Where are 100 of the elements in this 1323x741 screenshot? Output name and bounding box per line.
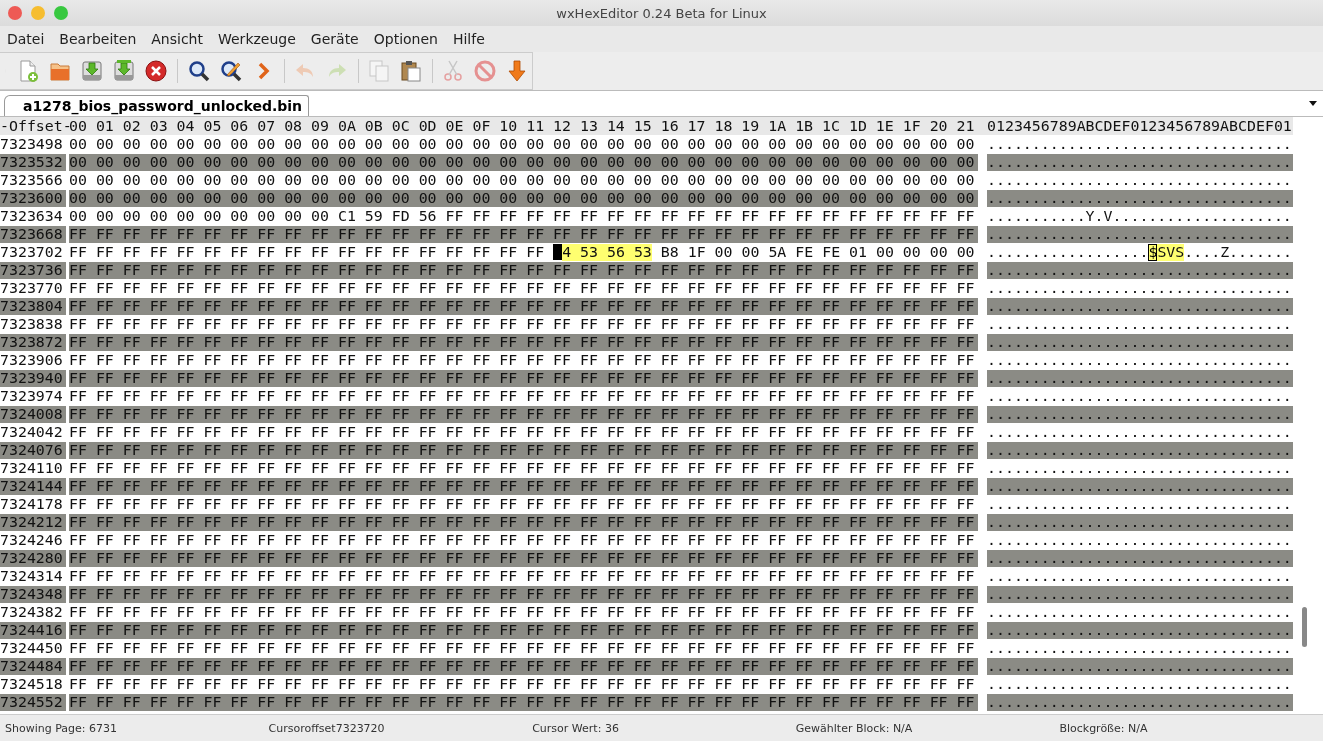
byte-text: FF FF FF FF FF FF FF FF FF FF FF FF FF FF FF FF FF FF FF FF FF FF FF FF FF FF FF FF FF FF FF FF FF FF (69, 351, 975, 369)
byte-text: FF FF FF FF FF FF FF FF FF FF FF FF FF FF FF FF FF FF FF FF FF FF FF FF FF FF FF FF FF FF FF FF FF FF (69, 333, 975, 351)
scissors-icon (441, 59, 465, 83)
byte-text: FF FF FF FF FF FF FF FF FF FF FF FF FF FF FF FF FF FF FF FF FF FF FF FF FF FF FF FF FF FF FF FF FF FF (69, 405, 975, 423)
menu-item[interactable]: Ansicht (151, 31, 211, 47)
byte-text: FF FF FF FF FF FF FF FF FF FF FF FF FF FF FF FF FF FF (69, 243, 545, 261)
byte-text: FF FF FF FF FF FF FF FF FF FF FF FF FF FF FF FF FF FF FF FF FF FF FF FF FF FF FF FF FF FF FF FF FF FF (69, 657, 975, 675)
clipboard-icon (398, 59, 423, 83)
status-text: Cursoroffset7323720 (268, 721, 386, 735)
byte-text: .................................. (987, 639, 1292, 657)
byte-text: FF FF FF FF FF FF FF FF FF FF FF FF FF FF FF FF FF FF FF FF FF FF FF FF FF FF FF FF FF FF FF FF FF FF (69, 441, 975, 459)
offset-cell-text: 7324382 (0, 603, 64, 621)
offset-cell-text: 7324110 (0, 459, 64, 477)
byte-text: FF FF FF FF FF FF FF FF FF FF FF FF FF FF FF FF FF FF FF FF FF FF FF FF FF FF FF FF FF FF FF FF FF FF (69, 387, 975, 405)
offset-cell-text: 7324042 (0, 423, 64, 441)
offset-cell-text: 7324518 (0, 675, 64, 693)
byte-text: .................................. (987, 585, 1292, 603)
search-icon (186, 59, 211, 83)
maximize-window-button[interactable] (54, 6, 68, 20)
byte-text: .................................. (987, 405, 1292, 423)
byte-text: .................................. (987, 297, 1292, 315)
menu-item[interactable]: Hilfe (452, 31, 493, 47)
byte-text: FF FF FF FF FF FF FF FF FF FF FF FF FF FF FF FF FF FF FF FF FF FF FF FF FF FF FF FF FF FF FF FF FF FF (69, 639, 975, 657)
byte-text: .................................. (987, 225, 1292, 243)
offset-cell: 7323532 (0, 153, 66, 171)
offset-cell-text: 7324178 (0, 495, 64, 513)
offset-cell: 7323940 (0, 369, 66, 387)
menu-item[interactable]: Geräte (310, 31, 367, 47)
byte-text: FF FF FF FF FF FF FF FF FF FF FF FF FF FF FF FF FF FF FF FF FF FF FF FF FF FF FF FF FF FF FF FF FF FF (69, 675, 975, 693)
offset-cell-text: 7323906 (0, 351, 64, 369)
offset-cell-text: 7323566 (0, 171, 64, 189)
byte-text: .................................. (987, 351, 1292, 369)
byte-text: FF FF FF FF FF FF FF FF FF FF FF FF FF FF FF FF FF FF FF FF FF FF FF FF FF FF FF FF FF FF FF FF FF FF (69, 261, 975, 279)
offset-cell: 7324484 (0, 657, 66, 675)
byte-text: .................................. (987, 315, 1292, 333)
offset-cell: 7323804 (0, 297, 66, 315)
byte-text: FF FF FF FF FF FF FF FF FF FF FF FF FF FF FF FF FF FF FF FF FF FF FF FF FF FF FF FF FF FF FF FF FF FF (69, 693, 975, 711)
offset-cell: 7324076 (0, 441, 66, 459)
offset-cell-text: 7323634 (0, 207, 64, 225)
offset-cell: 7323668 (0, 225, 66, 243)
minimize-window-button[interactable] (31, 6, 45, 20)
disk-download-icon (112, 59, 137, 83)
offset-cell-text: 7324246 (0, 531, 64, 549)
byte-text: FF FF FF FF FF FF FF FF FF FF FF FF FF FF FF FF FF FF FF FF FF FF FF FF FF FF FF FF FF FF FF FF FF FF (69, 495, 975, 513)
byte-text: .................................. (987, 513, 1292, 531)
file-tab[interactable]: a1278_bios_password_unlocked.bin (4, 95, 309, 116)
offset-cell: 7324552 (0, 693, 66, 711)
copy-icon (366, 59, 391, 83)
byte-text: .................................. (987, 189, 1292, 207)
scrollbar-thumb[interactable] (1302, 607, 1307, 647)
offset-cell-text: 7323838 (0, 315, 64, 333)
offset-cell: 7323872 (0, 333, 66, 351)
magnifier-pencil-icon (218, 59, 243, 83)
byte-text: .................................. (987, 369, 1292, 387)
byte-text: .................................. (987, 387, 1292, 405)
no-entry-icon (473, 59, 497, 83)
byte-text: FF FF FF FF FF FF FF FF FF FF FF FF FF FF FF FF FF FF FF FF FF FF FF FF FF FF FF FF FF FF FF FF FF FF (69, 279, 975, 297)
disk-download-icon (80, 59, 105, 83)
byte-text: .................................. (987, 171, 1292, 189)
offset-cell-text: 7323702 (0, 243, 64, 261)
offset-header: -Offset- (0, 117, 69, 135)
offset-cell: 7324212 (0, 513, 66, 531)
byte-text: B8 1F 00 00 5A FE FE 01 00 00 00 00 (660, 243, 975, 261)
byte-text: .................................. (987, 495, 1292, 513)
menu-item[interactable]: Datei (7, 31, 53, 47)
offset-cell: 7324348 (0, 585, 66, 603)
dropdown-caret-icon[interactable] (1309, 101, 1317, 106)
byte-text: FF FF FF FF FF FF FF FF FF FF FF FF FF FF FF FF FF FF FF FF FF FF FF FF FF FF FF FF FF FF FF FF FF FF (69, 585, 975, 603)
byte-text: .................................. (987, 531, 1292, 549)
offset-cell-text: 7323498 (0, 135, 64, 153)
byte-text: .................................. (987, 441, 1292, 459)
byte-text: .................................. (987, 279, 1292, 297)
ascii-column-header: 0123456789ABCDEF0123456789ABCDEF01 (987, 117, 1292, 135)
menu-item[interactable]: Optionen (373, 31, 446, 47)
offset-cell: 7323600 (0, 189, 66, 207)
window-title: wxHexEditor 0.24 Beta for Linux (556, 5, 767, 21)
highlighted-text: SVS (1157, 243, 1185, 261)
byte-text: ....Z....... (1184, 243, 1292, 261)
byte-text: 00 00 00 00 00 00 00 00 00 00 C1 59 FD 56 FF FF FF FF FF FF FF FF FF FF FF FF FF FF FF FF FF FF FF FF (69, 207, 975, 225)
byte-text: .................................. (987, 567, 1292, 585)
byte-text: 00 00 00 00 00 00 00 00 00 00 00 00 00 00 00 00 00 00 00 00 00 00 00 00 00 00 00 00 00 00 00 00 00 00 (69, 189, 975, 207)
status-text: Showing Page: 6731 (5, 721, 118, 735)
offset-cell-text: 7324314 (0, 567, 64, 585)
menu-item[interactable]: Bearbeiten (59, 31, 145, 47)
byte-text: .................................. (987, 603, 1292, 621)
byte-text: .................................. (987, 675, 1292, 693)
byte-text: .................................. (987, 549, 1292, 567)
byte-text: 00 00 00 00 00 00 00 00 00 00 00 00 00 00 00 00 00 00 00 00 00 00 00 00 00 00 00 00 00 00 00 00 00 00 (69, 135, 975, 153)
status-text: Blockgröße: N/A (1059, 721, 1149, 735)
byte-text: .................................. (987, 657, 1292, 675)
byte-text: FF FF FF FF FF FF FF FF FF FF FF FF FF FF FF FF FF FF FF FF FF FF FF FF FF FF FF FF FF FF FF FF FF FF (69, 423, 975, 441)
byte-text: .................................. (987, 153, 1292, 171)
menu-item[interactable]: Werkzeuge (218, 31, 304, 47)
byte-text: .................................. (987, 693, 1292, 711)
close-icon (144, 59, 169, 83)
byte-text: FF FF FF FF FF FF FF FF FF FF FF FF FF FF FF FF FF FF FF FF FF FF FF FF FF FF FF FF FF FF FF FF FF FF (69, 225, 975, 243)
cursor: $ (1148, 243, 1158, 261)
byte-text: FF FF FF FF FF FF FF FF FF FF FF FF FF FF FF FF FF FF FF FF FF FF FF FF FF FF FF FF FF FF FF FF FF FF (69, 531, 975, 549)
close-window-button[interactable] (8, 6, 22, 20)
byte-text: FF FF FF FF FF FF FF FF FF FF FF FF FF FF FF FF FF FF FF FF FF FF FF FF FF FF FF FF FF FF FF FF FF FF (69, 297, 975, 315)
